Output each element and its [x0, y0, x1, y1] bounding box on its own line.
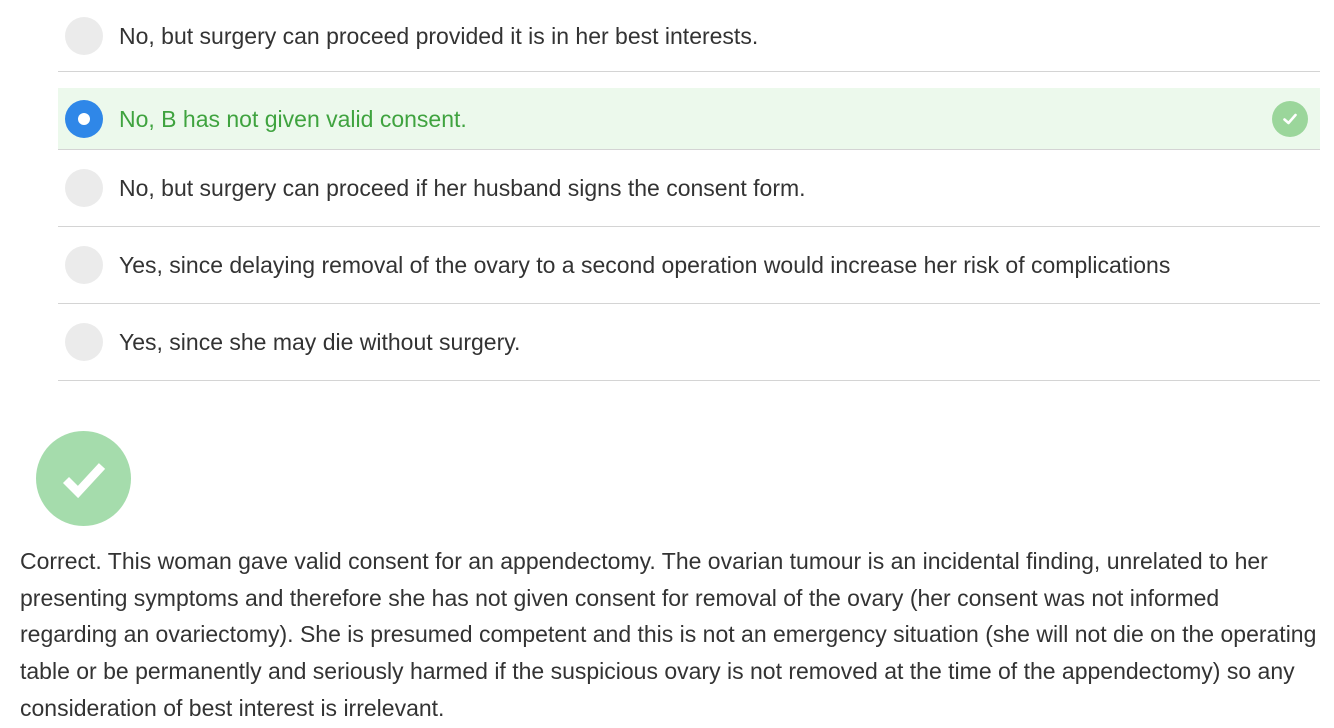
- answer-option-label: No, B has not given valid consent.: [119, 105, 467, 132]
- answer-option-4[interactable]: Yes, since delaying removal of the ovary…: [58, 227, 1320, 304]
- answer-option-5[interactable]: Yes, since she may die without surgery.: [58, 304, 1320, 381]
- answer-option-label: No, but surgery can proceed if her husba…: [119, 175, 806, 201]
- radio-button-checked[interactable]: [65, 99, 103, 138]
- answer-option-label: Yes, since she may die without surgery.: [119, 329, 521, 355]
- answer-option-label: Yes, since delaying removal of the ovary…: [119, 252, 1171, 278]
- radio-button[interactable]: [65, 323, 103, 361]
- answer-option-1[interactable]: No, but surgery can proceed provided it …: [58, 0, 1320, 72]
- feedback-explanation: Correct. This woman gave valid consent f…: [20, 548, 1317, 721]
- answer-option-2-selected[interactable]: No, B has not given valid consent.: [58, 88, 1320, 150]
- answer-options-list: No, but surgery can proceed provided it …: [58, 0, 1320, 381]
- answer-option-3[interactable]: No, but surgery can proceed if her husba…: [58, 150, 1320, 227]
- check-circle-icon: [36, 431, 131, 526]
- correct-check-icon: [1272, 100, 1308, 137]
- answer-option-label: No, but surgery can proceed provided it …: [119, 22, 759, 49]
- quiz-answer-panel: No, but surgery can proceed provided it …: [0, 0, 1334, 728]
- radio-button[interactable]: [65, 16, 103, 55]
- radio-button[interactable]: [65, 246, 103, 284]
- radio-button[interactable]: [65, 169, 103, 207]
